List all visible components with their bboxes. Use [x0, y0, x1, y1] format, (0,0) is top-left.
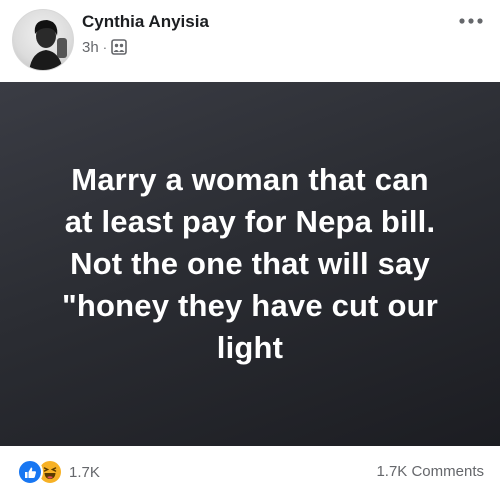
post-text-line: "honey they have cut our	[61, 288, 439, 323]
post-text-line: Marry a woman that can	[71, 162, 429, 197]
reactions-summary[interactable]: 1.7K	[17, 459, 100, 485]
meta-separator: ·	[102, 39, 108, 55]
post-text-line: Not the one that will say	[70, 246, 430, 281]
post-text-line: light	[216, 330, 284, 365]
more-options-button[interactable]	[454, 8, 488, 34]
post-meta: 3h ·	[82, 37, 127, 57]
post-text-background: Marry a woman that can at least pay for …	[0, 82, 500, 446]
reaction-count: 1.7K	[69, 463, 100, 481]
post-text: Marry a woman that can at least pay for …	[30, 159, 470, 369]
group-privacy-icon[interactable]	[111, 39, 127, 55]
avatar-portrait-icon	[29, 20, 67, 70]
author-name[interactable]: Cynthia Anyisia	[82, 12, 209, 32]
avatar[interactable]	[12, 9, 74, 71]
more-dots-icon	[459, 18, 483, 24]
like-icon	[17, 459, 43, 485]
post-timestamp[interactable]: 3h	[82, 39, 99, 56]
post-footer: 1.7K 1.7K Comments	[0, 446, 500, 496]
comments-count-link[interactable]: 1.7K Comments	[376, 463, 484, 480]
post-text-line: at least pay for Nepa bill.	[64, 204, 436, 239]
post-header: Cynthia Anyisia 3h ·	[0, 0, 500, 82]
